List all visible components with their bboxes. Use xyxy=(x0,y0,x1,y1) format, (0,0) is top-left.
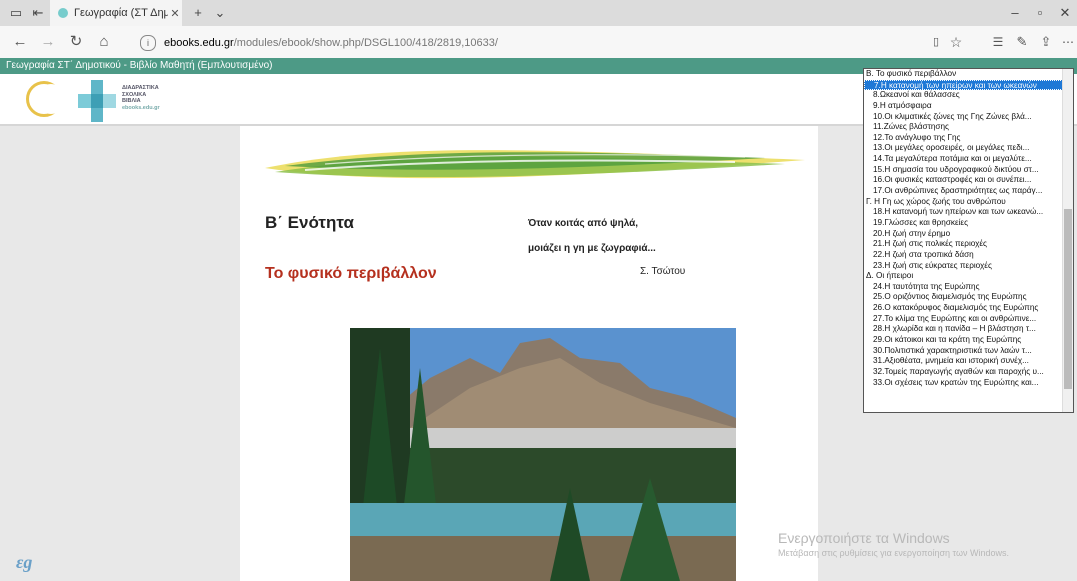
back-icon[interactable]: ← xyxy=(8,32,32,52)
restore-icon[interactable]: ▫ xyxy=(1030,3,1050,23)
logo-text-line: ΔΙΑΔΡΑΣΤΙΚΑ xyxy=(122,85,159,91)
forward-icon[interactable]: → xyxy=(36,32,60,52)
favorite-star-icon[interactable]: ☆ xyxy=(944,32,968,52)
toc-scrollbar[interactable] xyxy=(1062,69,1073,412)
poem-line: Όταν κοιτάς από ψηλά, xyxy=(528,218,639,229)
web-note-icon[interactable]: ✎ xyxy=(1010,32,1034,52)
toc-item[interactable]: 31.Αξιοθέατα, μνημεία και ιστορική συνέχ… xyxy=(864,356,1073,367)
url-field[interactable]: i ebooks.edu.gr/modules/ebook/show.php/D… xyxy=(140,33,920,53)
url-host: ebooks.edu.gr xyxy=(164,37,234,49)
toc-item[interactable]: 9.Η ατμόσφαιρα xyxy=(864,101,1073,112)
toc-item[interactable]: 14.Τα μεγαλύτερα ποτάμια και οι μεγαλύτε… xyxy=(864,154,1073,165)
tab-manager-icon[interactable]: ▭ xyxy=(6,3,26,23)
favorites-hub-icon[interactable]: ☰ xyxy=(986,32,1010,52)
tab-title: Γεωγραφία (ΣΤ Δημοτικ xyxy=(74,7,168,19)
ministry-logo-mask xyxy=(38,84,64,114)
toc-item[interactable]: 33.Οι σχέσεις των κρατών της Ευρώπης και… xyxy=(864,378,1073,389)
home-icon[interactable]: ⌂ xyxy=(92,32,116,52)
footer-logo: εg xyxy=(16,552,33,572)
toc-item[interactable]: 7.Η κατανομή των ηπείρων και των ωκεανών xyxy=(864,79,1073,91)
site-info-icon[interactable]: i xyxy=(140,35,156,51)
toc-item[interactable]: 13.Οι μεγάλες οροσειρές, οι μεγάλες πεδι… xyxy=(864,143,1073,154)
toc-item[interactable]: 19.Γλώσσες και θρησκείες xyxy=(864,218,1073,229)
windows-watermark-subtitle: Μετάβαση στις ρυθμίσεις για ενεργοποίηση… xyxy=(778,548,1010,558)
poem-line: μοιάζει η γη με ζωγραφιά... xyxy=(528,243,656,254)
toc-item[interactable]: 25.Ο οριζόντιος διαμελισμός της Ευρώπης xyxy=(864,292,1073,303)
decorative-leaf-banner xyxy=(265,150,805,179)
more-menu-icon[interactable]: ⋯ xyxy=(1056,32,1077,52)
toc-dropdown-list[interactable]: Β. Το φυσικό περιβάλλον 7.Η κατανομή των … xyxy=(863,68,1074,413)
toc-item[interactable]: 26.Ο κατακόρυφος διαμελισμός της Ευρώπης xyxy=(864,303,1073,314)
ebooks-logo-text: ΔΙΑΔΡΑΣΤΙΚΑ ΣΧΟΛΙΚΑ ΒΙΒΛΙΑ ebooks.edu.gr xyxy=(122,85,160,111)
ebooks-logo-icon xyxy=(78,80,116,122)
toc-item[interactable]: 8.Ωκεανοί και θάλασσες xyxy=(864,90,1073,101)
poem-author: Σ. Τσώτου xyxy=(640,266,686,277)
url-path: /modules/ebook/show.php/DSGL100/418/2819… xyxy=(233,37,498,49)
share-icon[interactable]: ⇪ xyxy=(1034,32,1058,52)
close-tab-icon[interactable]: ✕ xyxy=(168,7,182,20)
landscape-photo xyxy=(350,328,736,581)
new-tab-icon[interactable]: + xyxy=(188,3,208,23)
toc-item[interactable]: 16.Οι φυσικές καταστροφές και οι συνέπει… xyxy=(864,175,1073,186)
toc-item[interactable]: 12.Το ανάγλυφο της Γης xyxy=(864,133,1073,144)
toc-item[interactable]: 10.Οι κλιματικές ζώνες της Γης Ζώνες βλά… xyxy=(864,112,1073,123)
toc-item[interactable]: 20.Η ζωή στην έρημο xyxy=(864,229,1073,240)
toc-group-heading: Δ. Οι ήπειροι xyxy=(866,271,914,281)
toc-item[interactable]: 29.Οι κάτοικοι και τα κράτη της Ευρώπης xyxy=(864,335,1073,346)
logo-text-line: ebooks.edu.gr xyxy=(122,104,160,111)
windows-watermark-title: Ενεργοποιήστε τα Windows xyxy=(778,530,950,546)
toc-item[interactable]: 24.Η ταυτότητα της Ευρώπης xyxy=(864,282,1073,293)
toc-item[interactable]: 21.Η ζωή στις πολικές περιοχές xyxy=(864,239,1073,250)
toc-item[interactable]: 17.Οι ανθρώπινες δραστηριότητες ως παράγ… xyxy=(864,186,1073,197)
tab-list-chevron-icon[interactable]: ⌄ xyxy=(210,3,230,23)
set-aside-tabs-icon[interactable]: ⇤ xyxy=(28,3,48,23)
toc-item[interactable]: 22.Η ζωή στα τροπικά δάση xyxy=(864,250,1073,261)
toc-group-heading: Γ. Η Γη ως χώρος ζωής του ανθρώπου xyxy=(866,196,1006,206)
toc-item[interactable]: 27.Το κλίμα της Ευρώπης και οι ανθρώπινε… xyxy=(864,314,1073,325)
browser-tab[interactable]: Γεωγραφία (ΣΤ Δημοτικ ✕ xyxy=(50,0,182,26)
close-window-icon[interactable]: ✕ xyxy=(1055,3,1075,23)
chapter-title: Το φυσικό περιβάλλον xyxy=(265,265,437,282)
refresh-icon[interactable]: ↻ xyxy=(64,32,88,52)
toc-item[interactable]: 30.Πολιτιστικά χαρακτηριστικά των λαών τ… xyxy=(864,346,1073,357)
toc-item[interactable]: 32.Τομείς παραγωγής αγαθών και παροχής υ… xyxy=(864,367,1073,378)
toc-item[interactable]: 11.Ζώνες βλάστησης xyxy=(864,122,1073,133)
site-favicon-icon xyxy=(58,8,68,18)
unit-title: Β΄ Ενότητα xyxy=(265,213,354,232)
toc-item[interactable]: 18.Η κατανομή των ηπείρων και των ωκεανώ… xyxy=(864,207,1073,218)
toc-item[interactable]: 15.Η σημασία του υδρογραφικού δικτύου στ… xyxy=(864,165,1073,176)
toc-item[interactable]: 23.Η ζωή στις εύκρατες περιοχές xyxy=(864,261,1073,272)
minimize-icon[interactable]: – xyxy=(1005,3,1025,23)
toc-group-heading: Β. Το φυσικό περιβάλλον xyxy=(866,69,957,78)
toc-scroll-thumb[interactable] xyxy=(1064,209,1072,389)
toc-item[interactable]: 28.Η χλωρίδα και η πανίδα – Η βλάστηση τ… xyxy=(864,324,1073,335)
